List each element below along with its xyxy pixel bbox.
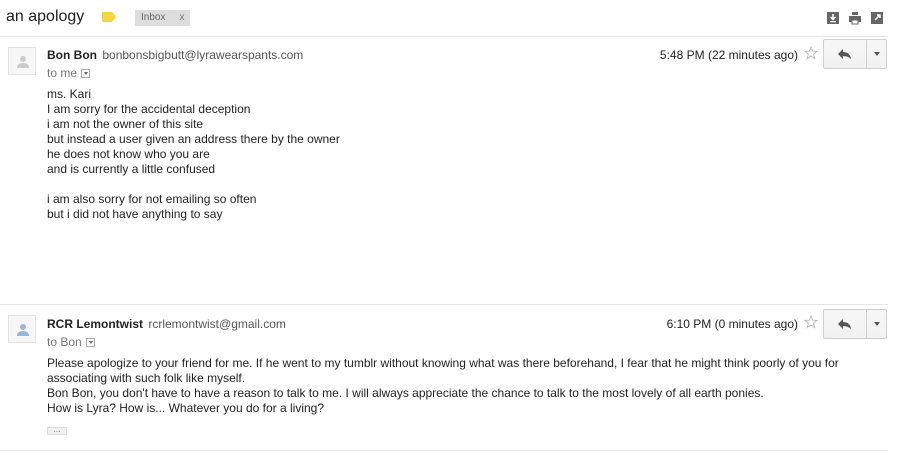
to-line: to me [47, 66, 78, 80]
download-icon[interactable] [826, 11, 840, 25]
remove-label-button[interactable]: x [179, 12, 184, 23]
thread-subject: an apology [6, 8, 85, 25]
star-icon[interactable] [804, 46, 818, 60]
details-dropdown-icon[interactable] [81, 68, 91, 78]
message-2: RCR Lemontwist rcrlemontwist@gmail.com t… [0, 305, 888, 449]
message-time: 5:48 PM (22 minutes ago) [659, 48, 798, 62]
to-line: to Bon [47, 335, 82, 349]
reply-group [823, 309, 887, 339]
sender-name: Bon Bon [47, 48, 97, 62]
print-icon[interactable] [848, 11, 862, 25]
star-icon[interactable] [804, 315, 818, 329]
details-dropdown-icon[interactable] [85, 337, 95, 347]
body-line: i am not the owner of this site [47, 117, 204, 131]
reply-icon [838, 319, 851, 329]
body-paragraph: Bon Bon, you don't have to have a reason… [47, 386, 764, 400]
reply-icon [838, 49, 851, 59]
default-avatar-icon [17, 56, 29, 68]
recipients[interactable]: to me [47, 66, 91, 80]
message-1: Bon Bon bonbonsbigbutt@lyrawearspants.co… [0, 37, 888, 303]
inbox-label-text: Inbox [141, 12, 166, 23]
subject-bar: an apology Inbox x [0, 0, 898, 36]
more-options-button[interactable] [867, 309, 887, 339]
reply-button[interactable] [823, 309, 867, 339]
body-line: i am also sorry for not emailing so ofte… [47, 192, 257, 206]
message-body: ms. Kari I am sorry for the accidental d… [47, 87, 340, 222]
avatar[interactable] [8, 47, 36, 75]
body-paragraph: How is Lyra? How is... Whatever you do f… [47, 401, 325, 415]
important-label-icon[interactable] [102, 12, 116, 22]
body-line: he does not know who you are [47, 147, 210, 161]
reply-button[interactable] [823, 39, 867, 69]
body-line: I am sorry for the accidental deception [47, 102, 251, 116]
inbox-label-chip[interactable]: Inbox x [135, 10, 191, 26]
message-body: Please apologize to your friend for me. … [47, 356, 877, 416]
new-window-icon[interactable] [870, 11, 884, 25]
sender-email: bonbonsbigbutt@lyrawearspants.com [102, 48, 304, 62]
sender-email: rcrlemontwist@gmail.com [148, 317, 286, 331]
body-paragraph: Please apologize to your friend for me. … [47, 356, 839, 385]
thread-toolbar [826, 11, 884, 25]
body-line: and is currently a little confused [47, 162, 216, 176]
reply-group [823, 39, 887, 69]
message-time: 6:10 PM (0 minutes ago) [666, 317, 798, 331]
body-line: but instead a user given an address ther… [47, 132, 340, 146]
more-options-button[interactable] [867, 39, 887, 69]
sender[interactable]: RCR Lemontwist rcrlemontwist@gmail.com [47, 317, 286, 331]
recipients[interactable]: to Bon [47, 335, 95, 349]
body-line: ms. Kari [47, 87, 92, 101]
body-line: but i did not have anything to say [47, 207, 223, 221]
sender[interactable]: Bon Bon bonbonsbigbutt@lyrawearspants.co… [47, 48, 303, 62]
show-trimmed-content-button[interactable]: ... [47, 426, 67, 435]
avatar[interactable] [8, 315, 36, 343]
default-avatar-icon [17, 324, 29, 336]
body-line [47, 177, 340, 192]
sender-name: RCR Lemontwist [47, 317, 143, 331]
